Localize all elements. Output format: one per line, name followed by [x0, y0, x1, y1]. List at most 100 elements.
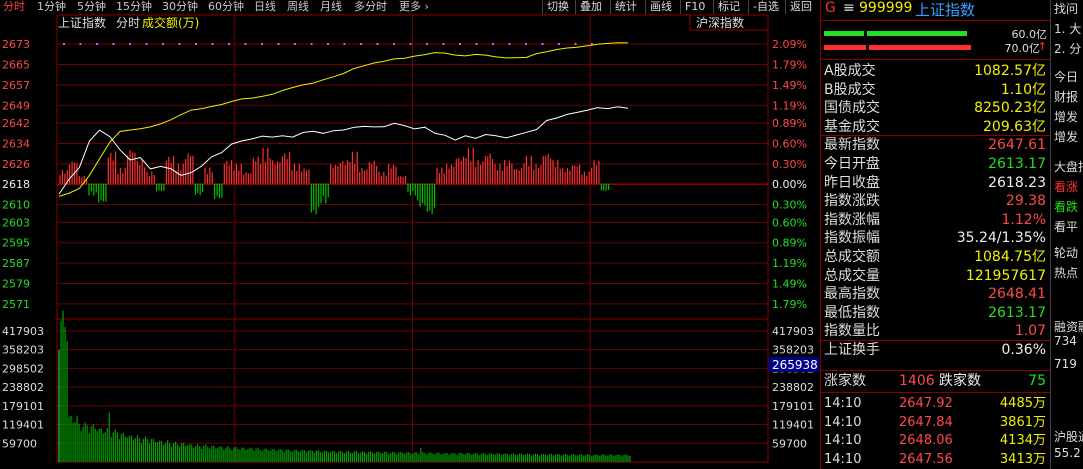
strip-item[interactable]: 找问: [1054, 0, 1078, 17]
stat-row: 总成交量 121957617: [821, 267, 1049, 285]
divider: [821, 392, 1051, 393]
divider: [821, 20, 1051, 21]
stat-label: 指数量比: [824, 323, 880, 340]
tab-60min[interactable]: 60分钟: [208, 0, 244, 14]
strip-item[interactable]: 719: [1054, 357, 1077, 371]
switch-button[interactable]: 切换: [542, 0, 573, 14]
stat-value: 35.24/1.35%: [956, 230, 1046, 247]
signal-dot: [492, 43, 494, 45]
stat-row: 指数涨跌 29.38: [821, 192, 1049, 210]
stat-value: 1.10亿: [1000, 81, 1046, 98]
chart-canvas[interactable]: 2673 2665 2657 2649 2642 2634 2626 2618 2610 2603…: [0, 14, 820, 469]
strip-item[interactable]: 沪股通: [1054, 428, 1083, 445]
signal-dot: [211, 43, 214, 45]
stat-row: 最新指数 2647.61: [821, 136, 1049, 154]
tab-multi-intraday[interactable]: 多分时: [354, 0, 387, 14]
signal-dot: [145, 43, 148, 45]
stat-row: 昨日收盘 2618.23: [821, 174, 1049, 192]
tab-30min[interactable]: 30分钟: [162, 0, 198, 14]
flow-out-value: 70.0亿: [1004, 42, 1041, 55]
stat-label: A股成交: [824, 63, 876, 79]
volume-bars: [58, 310, 631, 462]
strip-item[interactable]: 2. 分: [1054, 40, 1081, 57]
percent-tick-label: 0.60%: [772, 137, 807, 150]
percent-tick-label: 0.30%: [772, 158, 807, 171]
intraday-chart[interactable]: 2673 2665 2657 2649 2642 2634 2626 2618 2610 2603…: [0, 14, 820, 469]
stat-value: 121957617: [965, 267, 1046, 284]
strip-item[interactable]: 734: [1054, 334, 1077, 348]
signal-dot: [558, 43, 560, 45]
chart-title-name: 上证指数: [58, 15, 106, 30]
stat-label: 总成交额: [824, 249, 880, 265]
tick-price: 2647.84: [899, 414, 953, 430]
strip-item[interactable]: 看涨: [1054, 178, 1078, 195]
signal-dot: [195, 43, 197, 45]
signal-dot: [475, 43, 478, 45]
tab-5min[interactable]: 5分钟: [77, 0, 106, 14]
stat-label: 基金成交: [824, 118, 880, 135]
price-tick-label: 2579: [2, 277, 30, 290]
tab-1min[interactable]: 1分钟: [37, 0, 66, 14]
stat-value: 0.36%: [1001, 342, 1046, 358]
signal-dot: [294, 43, 296, 45]
mark-button[interactable]: 标记: [713, 0, 744, 14]
stat-row: 国债成交 8250.23亿: [821, 99, 1049, 117]
stat-row: 指数振幅 35.24/1.35%: [821, 229, 1049, 247]
tab-15min[interactable]: 15分钟: [116, 0, 152, 14]
signal-dot: [459, 43, 461, 45]
signal-dot: [442, 43, 445, 45]
tab-more[interactable]: 更多 ›: [399, 0, 429, 14]
stats-button[interactable]: 统计: [610, 0, 641, 14]
volume-tick-label: 417903: [772, 325, 814, 338]
f10-button[interactable]: F10: [680, 0, 709, 14]
signal-dot: [244, 43, 247, 45]
tab-monthly[interactable]: 月线: [320, 0, 342, 14]
tab-weekly[interactable]: 周线: [287, 0, 309, 14]
divider: [821, 59, 1051, 60]
draw-button[interactable]: 画线: [645, 0, 676, 14]
fall-label: 跌家数: [939, 373, 981, 389]
strip-item[interactable]: 增发: [1054, 128, 1078, 145]
strip-item[interactable]: 看平: [1054, 218, 1078, 235]
signal-dot: [178, 43, 181, 45]
strip-item[interactable]: 增发: [1054, 108, 1078, 125]
signal-dot: [162, 43, 164, 45]
rise-count: 1406: [899, 373, 935, 389]
side-strip: 找问1. 大2. 分今日财报增发增发大盘指看涨看跌看平轮动热点融资融734719…: [1050, 0, 1083, 469]
inflow-bar-1: [824, 31, 864, 36]
up-arrow-icon: ↑: [1037, 40, 1047, 53]
back-button[interactable]: 返回: [785, 0, 816, 14]
strip-item[interactable]: 轮动: [1054, 244, 1078, 261]
percent-tick-label: 1.19%: [772, 99, 807, 112]
stat-value: 1.07: [1014, 323, 1046, 340]
strip-item[interactable]: 看跌: [1054, 198, 1078, 215]
price-tick-label: 2587: [2, 257, 30, 270]
volume-tick-label: 179101: [772, 400, 814, 413]
price-tick-label: 2649: [2, 99, 30, 112]
signal-dot: [376, 43, 379, 45]
compare-index-button[interactable]: 沪深指数: [696, 15, 744, 30]
strip-item[interactable]: 融资融: [1054, 318, 1083, 335]
stat-row: 最低指数 2613.17: [821, 304, 1049, 322]
strip-item[interactable]: 1. 大: [1054, 20, 1081, 37]
percent-tick-label: 0.89%: [772, 117, 807, 130]
stat-row: 总成交额 1084.75亿: [821, 248, 1049, 266]
tick-amount: 4134万: [999, 433, 1046, 448]
stat-value: 29.38: [1005, 193, 1046, 210]
percent-tick-label: 1.19%: [772, 257, 807, 270]
tab-intraday[interactable]: 分时: [3, 0, 25, 14]
strip-item[interactable]: 财报: [1054, 88, 1078, 105]
remove-watchlist-button[interactable]: -自选: [748, 0, 783, 14]
tick-price: 2648.06: [899, 433, 953, 448]
strip-item[interactable]: 大盘指: [1054, 158, 1083, 175]
signal-dot: [508, 43, 511, 45]
overlay-button[interactable]: 叠加: [575, 0, 606, 14]
stat-label: 国债成交: [824, 100, 880, 117]
strip-item[interactable]: 热点: [1054, 264, 1078, 281]
strip-item[interactable]: 今日: [1054, 68, 1078, 85]
volume-current-value: 265938: [772, 358, 818, 372]
menu-icon[interactable]: ≡: [843, 0, 855, 16]
tab-daily[interactable]: 日线: [254, 0, 276, 14]
strip-item[interactable]: 55.2: [1054, 446, 1081, 460]
breadth-row: 涨家数 1406 跌家数 75: [821, 372, 1049, 390]
